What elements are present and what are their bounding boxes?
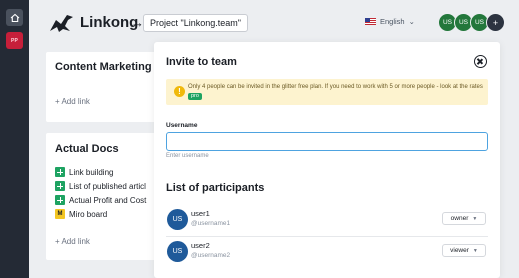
add-link-button[interactable]: + Add link — [55, 97, 90, 106]
doc-label: Miro board — [69, 209, 108, 219]
card-title: Content Marketing — [55, 61, 152, 73]
avatar: US — [167, 209, 188, 230]
participant-name: user1 — [191, 209, 210, 218]
us-flag-icon — [365, 18, 376, 25]
linkong-logo-icon[interactable] — [47, 12, 75, 34]
username-label: Username — [166, 122, 198, 129]
add-member-button[interactable]: + — [486, 13, 505, 32]
modal-title: Invite to team — [166, 56, 237, 68]
role-label: owner — [450, 215, 469, 222]
chevron-down-icon: ▼ — [472, 247, 478, 254]
warning-icon: ! — [174, 86, 185, 97]
home-icon — [10, 13, 19, 22]
add-link-button[interactable]: + Add link — [55, 237, 90, 246]
role-label: viewer — [450, 247, 469, 254]
participant-handle: @username1 — [191, 220, 231, 227]
home-button[interactable] — [6, 9, 23, 26]
brand-name[interactable]: Linkong — [80, 14, 138, 31]
top-header: Linkong → Project "Linkong.team" English… — [29, 0, 519, 46]
miro-icon: M — [55, 209, 65, 219]
notice-message: Only 4 people can be invited in the glit… — [188, 84, 483, 90]
doc-label: Actual Profit and Cost — [69, 195, 147, 205]
doc-label: Link building — [69, 167, 114, 177]
project-name-pill[interactable]: Project "Linkong.team" — [143, 14, 248, 32]
doc-profit-cost[interactable]: Actual Profit and Cost — [55, 195, 146, 205]
role-dropdown[interactable]: viewer ▼ — [442, 244, 486, 257]
participant-row: US user2 @username2 viewer ▼ — [166, 237, 488, 269]
google-sheets-icon — [55, 167, 65, 177]
participant-name: user2 — [191, 241, 210, 250]
username-input[interactable] — [166, 132, 488, 151]
close-icon[interactable] — [474, 55, 487, 68]
role-dropdown[interactable]: owner ▼ — [442, 212, 486, 225]
invite-to-team-modal: Invite to team ! Only 4 people can be in… — [154, 42, 500, 278]
avatar: US — [167, 241, 188, 262]
card-title: Actual Docs — [55, 143, 119, 155]
plan-limit-notice: ! Only 4 people can be invited in the gl… — [166, 79, 488, 105]
participant-handle: @username2 — [191, 252, 231, 259]
doc-link-building[interactable]: Link building — [55, 167, 113, 177]
doc-label: List of published articl — [69, 181, 146, 191]
username-hint: Enter username — [166, 153, 209, 159]
notice-text: Only 4 people can be invited in the glit… — [188, 83, 484, 100]
doc-miro-board[interactable]: M Miro board — [55, 209, 107, 219]
participant-row: US user1 @username1 owner ▼ — [166, 205, 488, 237]
participants-title: List of participants — [166, 182, 265, 194]
left-rail: PP — [0, 0, 29, 278]
chevron-down-icon: ▼ — [472, 215, 478, 222]
team-avatars[interactable]: US US US + — [438, 13, 505, 32]
chevron-down-icon: ⌄ — [408, 17, 415, 26]
doc-published-articles[interactable]: List of published articl — [55, 181, 146, 191]
project-switch-button[interactable]: PP — [6, 32, 23, 49]
google-sheets-icon — [55, 195, 65, 205]
language-label: English — [380, 17, 405, 26]
language-selector[interactable]: English ⌄ — [365, 17, 415, 26]
project-badge-label: PP — [10, 37, 19, 44]
google-sheets-icon — [55, 181, 65, 191]
pro-badge[interactable]: pro — [188, 92, 202, 100]
